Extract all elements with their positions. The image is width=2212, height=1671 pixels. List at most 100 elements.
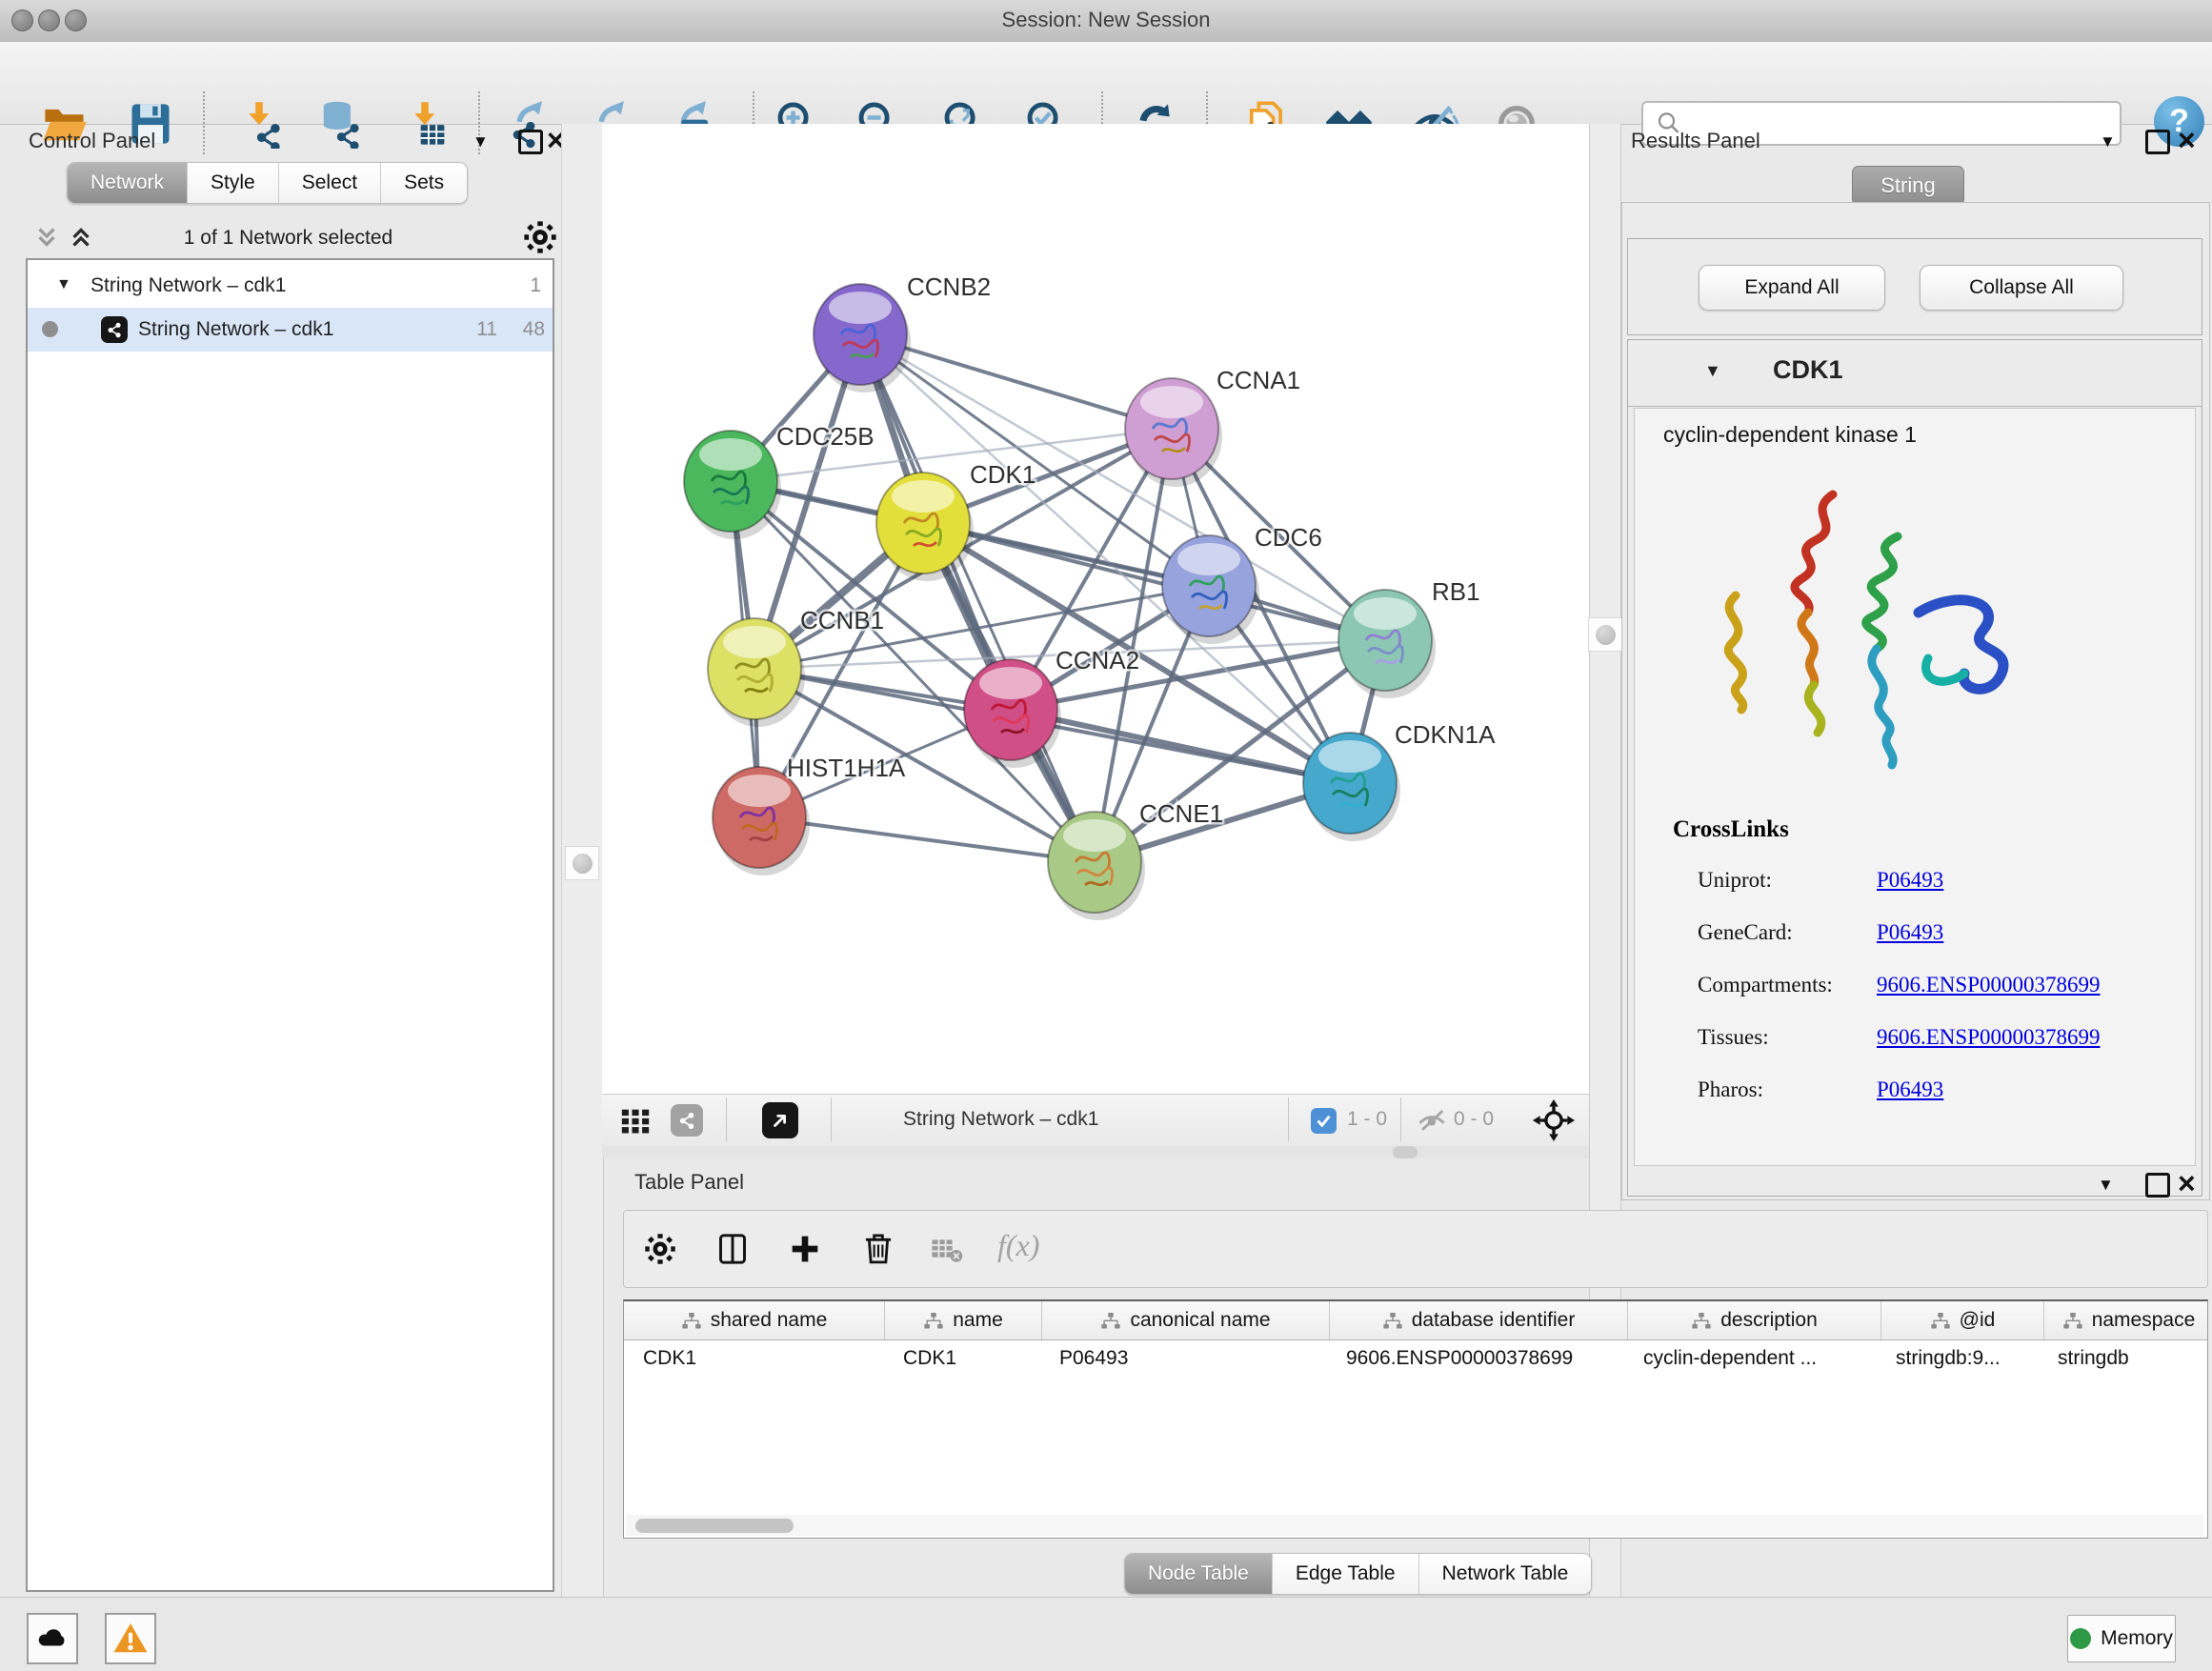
cloud-button[interactable] <box>27 1613 78 1664</box>
table-cell[interactable]: CDK1 <box>624 1339 884 1378</box>
network-options-gear-icon[interactable] <box>522 219 558 255</box>
protein-name: CDK1 <box>1773 355 1843 385</box>
table-panel-menu-icon[interactable]: ▼ <box>2098 1176 2114 1195</box>
table-cell[interactable]: stringdb <box>2039 1339 2207 1378</box>
tab-edge-table[interactable]: Edge Table <box>1272 1554 1418 1594</box>
table-panel-float-icon[interactable] <box>2145 1173 2170 1198</box>
crosslink-label: Compartments: <box>1698 973 1833 997</box>
table-header-row: shared namenamecanonical namedatabase id… <box>624 1301 2208 1340</box>
column-header-namespace[interactable]: namespace <box>2044 1301 2208 1339</box>
tab-style[interactable]: Style <box>187 163 278 203</box>
network-node-HIST1H1A[interactable] <box>713 767 810 876</box>
network-canvas[interactable]: CCNB2CCNA1CDC25BCDK1CDC6RB1CCNB1CCNA2CDK… <box>602 124 1589 1094</box>
control-panel-tabs: NetworkStyleSelectSets <box>67 162 468 204</box>
network-edge[interactable] <box>860 334 1095 862</box>
column-header-name[interactable]: name <box>885 1301 1042 1339</box>
crosslink-label: Uniprot: <box>1698 868 1772 893</box>
add-column-icon[interactable] <box>786 1230 824 1268</box>
warning-button[interactable] <box>105 1613 156 1664</box>
network-node-CCNB2[interactable] <box>814 284 911 393</box>
crosslink-value-link[interactable]: 9606.ENSP00000378699 <box>1877 973 2101 997</box>
crosslink-value-link[interactable]: P06493 <box>1877 868 1943 893</box>
left-splitter-handle[interactable] <box>565 846 599 880</box>
tab-node-table[interactable]: Node Table <box>1125 1554 1272 1594</box>
selected-nodes-checkbox[interactable] <box>1311 1108 1337 1134</box>
window-title: Session: New Session <box>0 8 2212 32</box>
network-label: String Network – cdk1 <box>138 318 333 341</box>
results-panel-close-icon[interactable]: × <box>2178 130 2196 151</box>
node-label: CDK1 <box>970 460 1036 489</box>
crosslink-row: Compartments: 9606.ENSP00000378699 <box>1635 959 2195 1012</box>
node-label: CCNA1 <box>1217 366 1300 394</box>
network-node-CDC6[interactable] <box>1162 535 1259 644</box>
protein-section-header[interactable]: ▼ CDK1 <box>1628 340 2202 407</box>
crosslinks-heading: CrossLinks <box>1673 816 1789 843</box>
crosslink-label: GeneCard: <box>1698 920 1793 945</box>
edge-count: 48 <box>523 318 545 341</box>
tab-network[interactable]: Network <box>68 163 187 203</box>
table-cell[interactable]: P06493 <box>1040 1339 1327 1378</box>
column-header-canonical-name[interactable]: canonical name <box>1042 1301 1330 1339</box>
tab-string[interactable]: String <box>1852 166 1964 206</box>
memory-status-icon <box>2070 1628 2091 1649</box>
table-row[interactable]: CDK1CDK1P064939606.ENSP00000378699cyclin… <box>624 1339 2207 1378</box>
protein-section: ▼ CDK1 cyclin-dependent kinase 1 CrossLi… <box>1627 339 2202 1197</box>
network-node-CCNA1[interactable] <box>1125 378 1222 487</box>
table-cell[interactable]: CDK1 <box>884 1339 1040 1378</box>
protein-details: cyclin-dependent kinase 1 CrossLinks Uni… <box>1634 408 2196 1166</box>
horizontal-splitter-handle[interactable] <box>1393 1146 1418 1158</box>
tab-select[interactable]: Select <box>278 163 380 203</box>
column-header-database-identifier[interactable]: database identifier <box>1330 1301 1628 1339</box>
crosslink-label: Tissues: <box>1698 1025 1769 1050</box>
birds-eye-view-icon[interactable] <box>762 1102 798 1138</box>
table-horizontal-scrollbar[interactable] <box>626 1515 2203 1536</box>
show-columns-icon[interactable] <box>714 1230 752 1268</box>
network-node-CDC25B[interactable] <box>684 431 781 539</box>
network-share-icon[interactable] <box>671 1104 703 1137</box>
node-label: RB1 <box>1432 577 1480 606</box>
network-row-selected[interactable]: String Network – cdk1 11 48 <box>28 308 553 352</box>
control-panel-menu-icon[interactable]: ▼ <box>473 132 489 151</box>
network-node-CCNE1[interactable] <box>1048 812 1145 920</box>
delete-column-trash-icon[interactable] <box>858 1228 898 1268</box>
table-cell[interactable]: 9606.ENSP00000378699 <box>1327 1339 1624 1378</box>
results-panel-float-icon[interactable] <box>2145 130 2170 154</box>
horizontal-splitter[interactable] <box>602 1146 1589 1158</box>
network-node-CDK1[interactable] <box>876 473 974 581</box>
warning-icon <box>112 1621 149 1657</box>
tree-expand-icon[interactable]: ▼ <box>56 276 71 293</box>
protein-description: cyclin-dependent kinase 1 <box>1663 422 1917 448</box>
column-header-shared-name[interactable]: shared name <box>624 1301 885 1339</box>
bar-separator <box>831 1097 832 1141</box>
expand-all-button[interactable]: Expand All <box>1699 265 1885 311</box>
node-label: CDC6 <box>1255 523 1322 552</box>
collapse-all-button[interactable]: Collapse All <box>1920 265 2123 311</box>
crosslink-value-link[interactable]: P06493 <box>1877 920 1943 945</box>
control-panel-title: Control Panel <box>29 129 155 153</box>
crosslink-value-link[interactable]: P06493 <box>1877 1077 1943 1102</box>
fit-selection-crosshair-icon[interactable] <box>1532 1098 1576 1142</box>
column-header-@id[interactable]: @id <box>1881 1301 2044 1339</box>
table-settings-gear-icon[interactable] <box>643 1232 677 1266</box>
crosslink-value-link[interactable]: 9606.ENSP00000378699 <box>1877 1025 2101 1050</box>
grid-view-icon[interactable] <box>619 1104 652 1137</box>
table-cell[interactable]: cyclin-dependent ... <box>1624 1339 1877 1378</box>
network-collection-row[interactable]: ▼ String Network – cdk1 1 <box>28 264 553 308</box>
network-node-RB1[interactable] <box>1338 590 1436 698</box>
table-cell[interactable]: stringdb:9... <box>1877 1339 2039 1378</box>
tab-network-table[interactable]: Network Table <box>1418 1554 1592 1594</box>
crosslink-row: Tissues: 9606.ENSP00000378699 <box>1635 1012 2195 1064</box>
column-header-description[interactable]: description <box>1628 1301 1881 1339</box>
selected-node-edge-counts: 1 - 0 <box>1347 1108 1387 1131</box>
right-splitter-handle[interactable] <box>1588 617 1622 652</box>
node-label: CCNE1 <box>1139 799 1223 828</box>
scrollbar-thumb[interactable] <box>635 1519 794 1533</box>
memory-button[interactable]: Memory <box>2067 1615 2176 1662</box>
network-node-CCNA2[interactable] <box>964 659 1061 768</box>
network-node-CDKN1A[interactable] <box>1303 733 1400 841</box>
tab-sets[interactable]: Sets <box>380 163 467 203</box>
results-panel-menu-icon[interactable]: ▼ <box>2100 132 2116 151</box>
section-collapse-icon[interactable]: ▼ <box>1704 361 1721 381</box>
table-panel-close-icon[interactable]: × <box>2178 1173 2196 1194</box>
control-panel-float-icon[interactable] <box>518 130 543 154</box>
